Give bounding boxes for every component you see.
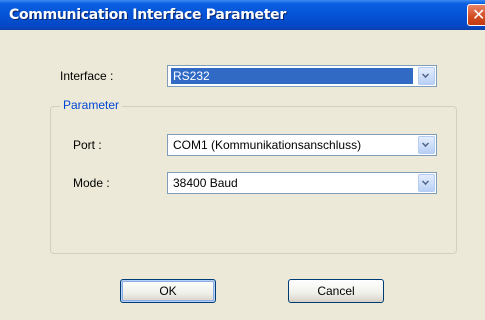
interface-dropdown-button[interactable] [418, 67, 435, 85]
close-button[interactable]: ✕ [467, 4, 485, 26]
interface-value: RS232 [171, 68, 413, 84]
port-value: COM1 (Kommunikationsanschluss) [173, 138, 362, 152]
mode-label: Mode : [73, 176, 110, 190]
chevron-down-icon [422, 140, 429, 147]
chevron-down-icon [422, 71, 429, 78]
interface-select[interactable]: RS232 [167, 65, 437, 87]
port-dropdown-button[interactable] [418, 136, 435, 154]
title-bar[interactable]: Communication Interface Parameter ✕ [0, 0, 485, 30]
chevron-down-icon [422, 178, 429, 185]
parameter-group-title: Parameter [60, 98, 123, 112]
close-icon: ✕ [472, 5, 485, 24]
dialog-window: Communication Interface Parameter ✕ Inte… [0, 0, 485, 320]
cancel-button[interactable]: Cancel [288, 279, 384, 303]
port-select[interactable]: COM1 (Kommunikationsanschluss) [167, 134, 437, 156]
mode-select[interactable]: 38400 Baud [167, 172, 437, 194]
window-title: Communication Interface Parameter [9, 7, 286, 23]
mode-dropdown-button[interactable] [418, 174, 435, 192]
interface-label: Interface : [60, 69, 114, 83]
port-label: Port : [73, 138, 102, 152]
mode-value: 38400 Baud [173, 176, 238, 190]
ok-button[interactable]: OK [120, 279, 216, 303]
